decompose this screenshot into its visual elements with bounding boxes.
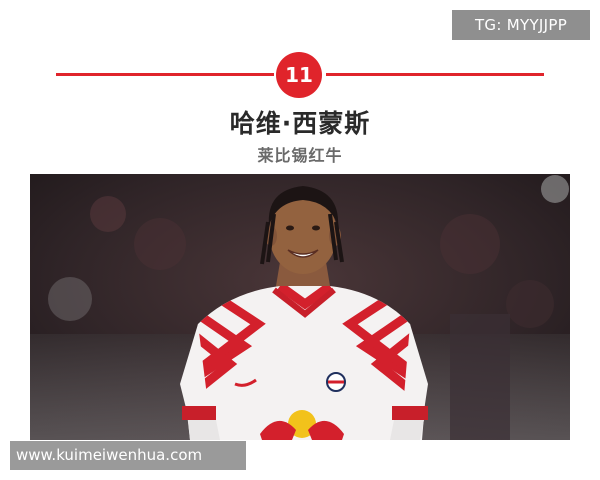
site-watermark: www.kuimeiwenhua.com xyxy=(10,441,246,470)
player-name: 哈维·西蒙斯 xyxy=(229,109,371,138)
player-photo xyxy=(30,174,570,440)
tg-watermark: TG: MYYJJPP xyxy=(452,10,590,40)
ranking-card: TG: MYYJJPP 11 哈维·西蒙斯 莱比锡红牛 www.kuimeiwe… xyxy=(0,0,600,480)
rank-divider-right xyxy=(326,73,544,76)
player-photo-illustration xyxy=(30,174,570,440)
club-name: 莱比锡红牛 xyxy=(257,146,343,165)
rank-divider-left xyxy=(56,73,274,76)
rank-badge: 11 xyxy=(276,52,322,98)
